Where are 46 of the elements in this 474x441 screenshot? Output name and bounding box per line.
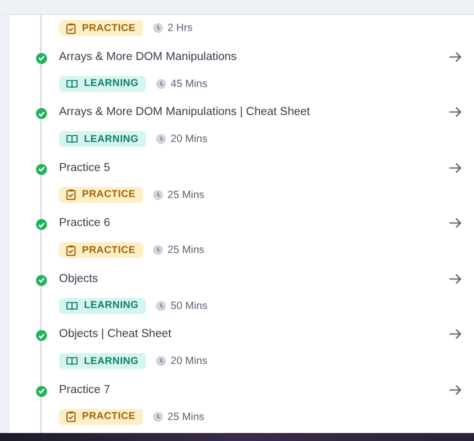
book-icon xyxy=(66,78,78,88)
duration-text: 50 Mins xyxy=(170,298,208,314)
arrow-right-icon[interactable] xyxy=(448,382,462,396)
duration-text: 25 Mins xyxy=(168,410,204,424)
clock-icon xyxy=(156,78,166,88)
arrow-right-icon[interactable] xyxy=(448,105,462,119)
clipboard-check-icon xyxy=(66,244,76,256)
arrow-right-icon[interactable] xyxy=(448,216,462,230)
arrow-right-icon[interactable] xyxy=(448,272,462,286)
category-tag: LEARNING xyxy=(59,353,146,369)
lesson-title: Practice 6 xyxy=(59,216,110,230)
category-tag: PRACTICE xyxy=(59,186,143,202)
lesson-title: Arrays & More DOM Manipulations | Cheat Sheet xyxy=(59,105,310,119)
category-tag: PRACTICE xyxy=(59,242,143,258)
category-tag: PRACTICE xyxy=(59,408,143,424)
book-icon xyxy=(66,300,78,310)
category-tag: LEARNING xyxy=(59,76,146,92)
clock-icon xyxy=(156,134,166,144)
clipboard-check-icon xyxy=(66,411,76,422)
category-tag: PRACTICE xyxy=(59,20,143,36)
clock-icon xyxy=(152,23,163,33)
category-tag: LEARNING xyxy=(59,131,146,147)
duration-text: 20 Mins xyxy=(170,132,208,147)
lesson-title: Arrays & More DOM Manipulations xyxy=(59,50,237,64)
arrow-right-icon[interactable] xyxy=(448,160,462,174)
duration-text: 25 Mins xyxy=(168,188,204,202)
lesson-title: Objects xyxy=(59,272,98,286)
duration-text: 2 Hrs xyxy=(168,21,193,36)
clock-icon xyxy=(152,412,163,422)
arrow-right-icon[interactable] xyxy=(448,50,462,64)
clock-icon xyxy=(152,190,163,200)
duration-text: 20 Mins xyxy=(170,354,208,369)
book-icon xyxy=(66,134,78,144)
category-tag: LEARNING xyxy=(59,298,146,314)
clipboard-check-icon xyxy=(66,22,76,34)
clipboard-check-icon xyxy=(66,189,76,200)
clock-icon xyxy=(152,245,163,255)
arrow-right-icon[interactable] xyxy=(448,327,462,341)
duration-text: 25 Mins xyxy=(168,243,204,258)
lesson-title: Objects | Cheat Sheet xyxy=(59,327,172,341)
lesson-title: Practice 5 xyxy=(59,160,110,174)
duration-text: 45 Mins xyxy=(170,76,208,92)
clock-icon xyxy=(156,300,166,310)
lesson-title: Practice 7 xyxy=(59,382,110,396)
clock-icon xyxy=(156,356,166,366)
book-icon xyxy=(66,356,78,366)
